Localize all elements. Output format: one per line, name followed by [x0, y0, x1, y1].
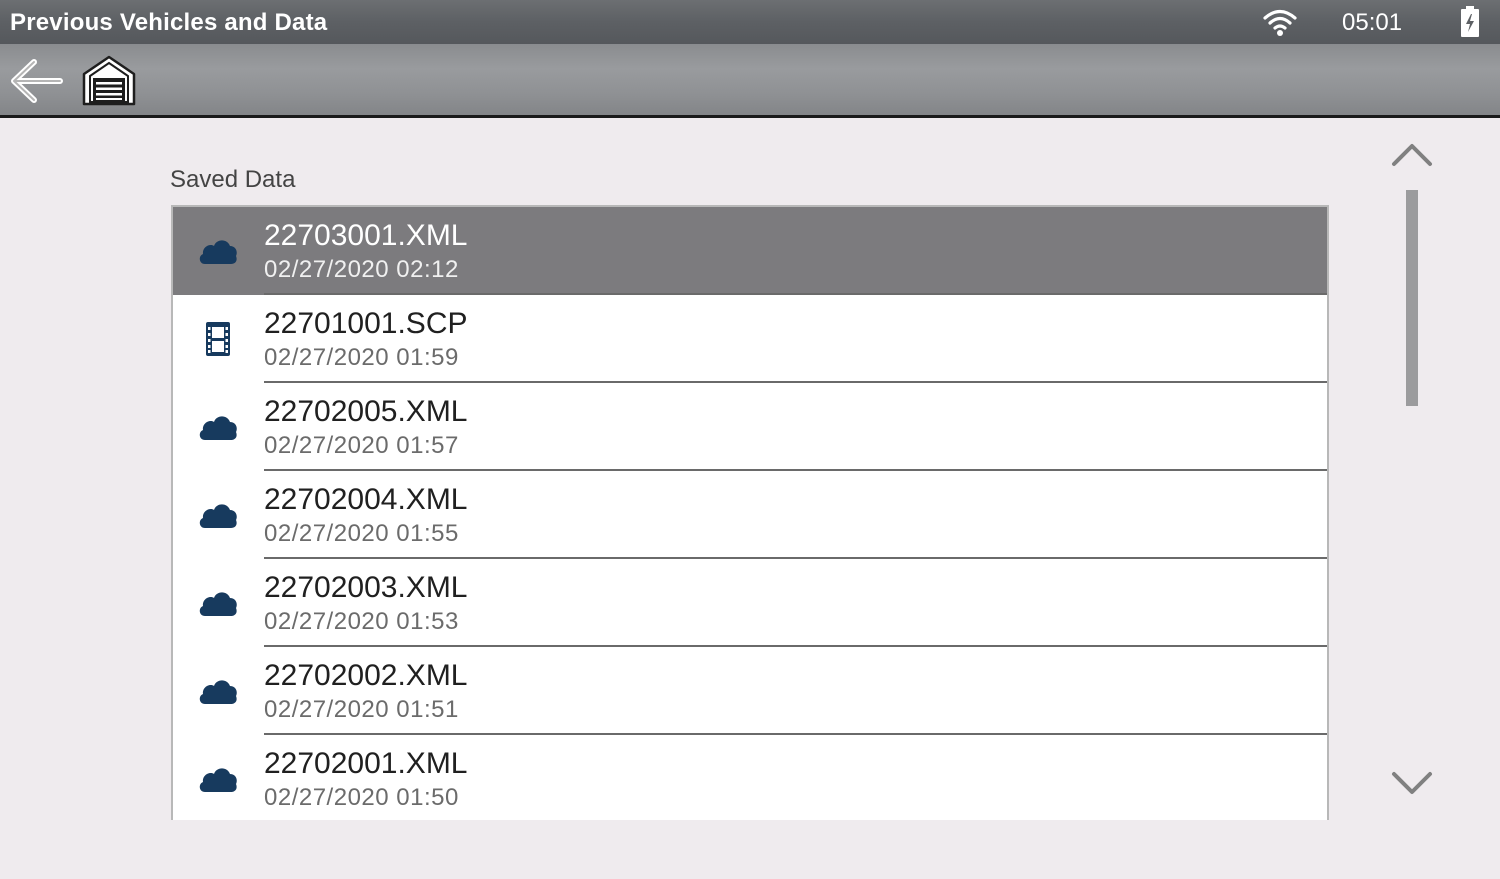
file-date: 02/27/2020 02:12 — [264, 256, 459, 283]
file-name: 22702001.XML — [264, 747, 468, 780]
scroll-down-chevron-icon[interactable] — [1390, 770, 1434, 798]
scrollbar-thumb[interactable] — [1406, 190, 1418, 406]
saved-data-list: 22703001.XML 02/27/2020 02:12 22701001.SCP… — [171, 205, 1329, 820]
cloud-icon — [197, 233, 239, 269]
file-date: 02/27/2020 01:53 — [264, 608, 459, 635]
file-row[interactable]: 22702004.XML 02/27/2020 01:55 — [173, 471, 1327, 559]
file-row[interactable]: 22702005.XML 02/27/2020 01:57 — [173, 383, 1327, 471]
garage-home-icon[interactable] — [80, 52, 138, 108]
file-row[interactable]: 22702003.XML 02/27/2020 01:53 — [173, 559, 1327, 647]
file-date: 02/27/2020 01:55 — [264, 520, 459, 547]
back-arrow-icon[interactable] — [8, 56, 64, 106]
file-row[interactable]: 22701001.SCP 02/27/2020 01:59 — [173, 295, 1327, 383]
file-row[interactable]: 22702001.XML 02/27/2020 01:50 — [173, 735, 1327, 820]
file-date: 02/27/2020 01:51 — [264, 696, 459, 723]
cloud-icon — [197, 673, 239, 709]
film-icon — [197, 321, 239, 357]
file-name: 22701001.SCP — [264, 307, 468, 340]
file-date: 02/27/2020 01:50 — [264, 784, 459, 811]
scroll-up-chevron-icon[interactable] — [1390, 140, 1434, 168]
file-date: 02/27/2020 01:57 — [264, 432, 459, 459]
cloud-icon — [197, 497, 239, 533]
clock: 05:01 — [1342, 9, 1403, 36]
file-name: 22702004.XML — [264, 483, 468, 516]
file-row[interactable]: 22703001.XML 02/27/2020 02:12 — [173, 207, 1327, 295]
status-bar: Previous Vehicles and Data 05:01 — [0, 0, 1500, 44]
file-name: 22702005.XML — [264, 395, 468, 428]
section-label: Saved Data — [170, 166, 296, 193]
toolbar — [0, 44, 1500, 118]
window-title: Previous Vehicles and Data — [10, 9, 328, 36]
file-date: 02/27/2020 01:59 — [264, 344, 459, 371]
file-row[interactable]: 22702002.XML 02/27/2020 01:51 — [173, 647, 1327, 735]
cloud-icon — [197, 585, 239, 621]
battery-charging-icon — [1461, 6, 1479, 37]
file-name: 22702002.XML — [264, 659, 468, 692]
wifi-icon — [1263, 9, 1297, 36]
cloud-icon — [197, 409, 239, 445]
file-name: 22702003.XML — [264, 571, 468, 604]
file-name: 22703001.XML — [264, 219, 468, 252]
cloud-icon — [197, 761, 239, 797]
